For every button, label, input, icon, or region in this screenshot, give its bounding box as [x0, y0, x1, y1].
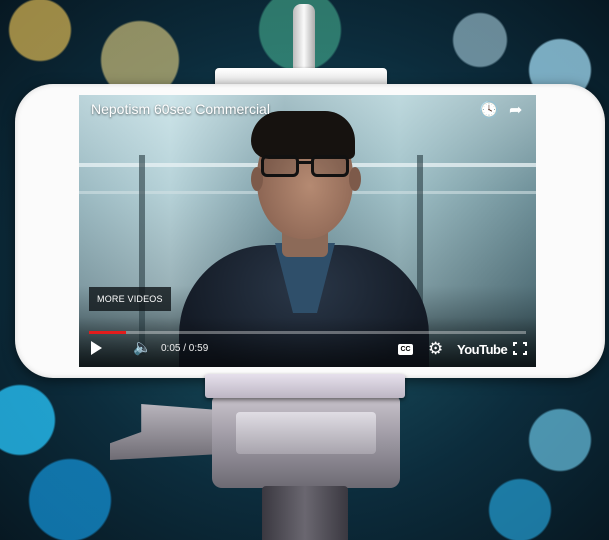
person-glasses: [261, 155, 351, 181]
video-title[interactable]: Nepotism 60sec Commercial: [91, 101, 270, 117]
glasses-lens: [261, 155, 299, 177]
play-icon[interactable]: [91, 341, 102, 355]
volume-icon[interactable]: 🔈: [133, 340, 152, 355]
tripod-clamp: [205, 374, 405, 398]
gear-icon[interactable]: ⚙: [428, 339, 443, 359]
phone-clamp-knob: [293, 4, 315, 76]
progress-bar[interactable]: [89, 331, 526, 334]
tripod-handle: [110, 404, 214, 460]
fullscreen-icon[interactable]: [513, 342, 527, 355]
youtube-logo[interactable]: YouTube: [457, 342, 508, 357]
closed-captions-icon[interactable]: CC: [398, 344, 413, 355]
glasses-lens: [311, 155, 349, 177]
clock-icon[interactable]: 🕓: [479, 100, 499, 120]
time-display: 0:05 / 0:59: [161, 343, 209, 354]
tripod-stem: [262, 486, 348, 540]
person-hair: [251, 111, 355, 159]
video-player[interactable]: Nepotism 60sec Commercial 🕓 ➦ MORE VIDEO…: [79, 95, 536, 367]
tripod-plate: [236, 412, 376, 454]
share-arrow-icon[interactable]: ➦: [509, 100, 522, 120]
more-videos-button[interactable]: MORE VIDEOS: [89, 287, 171, 311]
progress-played: [89, 331, 127, 334]
